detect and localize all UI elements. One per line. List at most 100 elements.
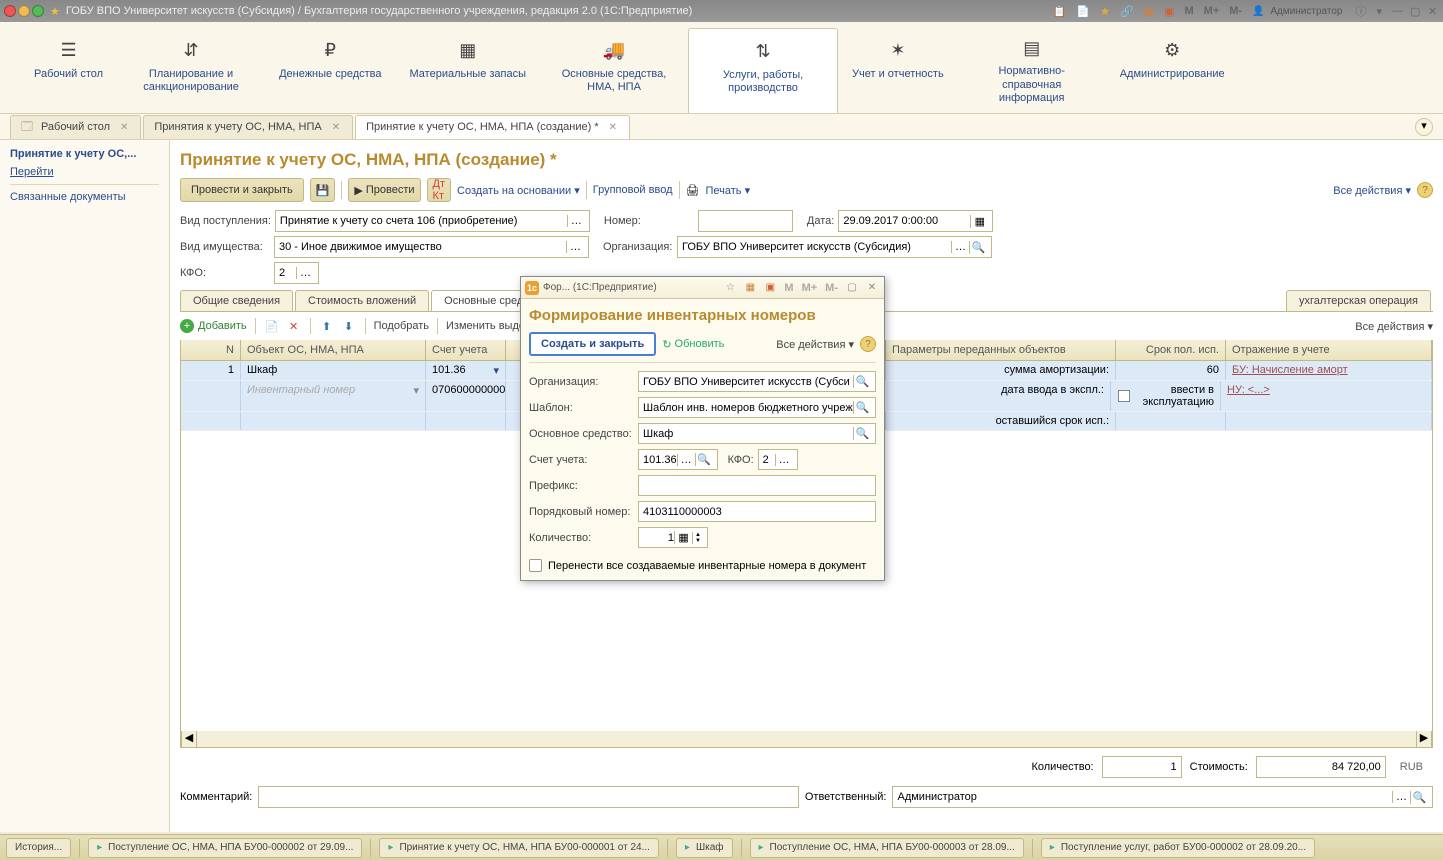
- modal-kfo-field[interactable]: 2…: [758, 449, 798, 470]
- modal-mplus[interactable]: M+: [800, 282, 820, 294]
- modal-template-field[interactable]: Шаблон инв. номеров бюджетного учреж🔍: [638, 397, 876, 418]
- in-use-checkbox[interactable]: [1118, 390, 1130, 402]
- cell-in-use[interactable]: ввести в эксплуатацию: [1111, 381, 1221, 411]
- m-btn[interactable]: M: [1181, 5, 1196, 17]
- copy-icon[interactable]: 📄: [264, 318, 280, 334]
- calc-icon[interactable]: ▦: [674, 531, 692, 544]
- itab-investment-cost[interactable]: Стоимость вложений: [295, 290, 429, 311]
- col-object[interactable]: Объект ОС, НМА, НПА: [241, 340, 426, 360]
- section-planning[interactable]: ⇵Планирование и санкционирование: [117, 28, 265, 113]
- create-and-close-button[interactable]: Создать и закрыть: [529, 332, 656, 356]
- section-money[interactable]: ₽Денежные средства: [265, 28, 395, 113]
- section-admin[interactable]: ⚙Администрирование: [1106, 28, 1239, 113]
- calculator-icon[interactable]: ▦: [1141, 5, 1157, 18]
- mminus-btn[interactable]: M-: [1226, 5, 1245, 17]
- section-services[interactable]: ⇅Услуги, работы, производство: [688, 28, 838, 113]
- kfo-field[interactable]: 2…: [274, 262, 319, 284]
- edit-selected-button[interactable]: Изменить выде: [446, 320, 525, 332]
- tab-close-icon[interactable]: ✕: [330, 122, 342, 133]
- modal-org-field[interactable]: ГОБУ ВПО Университет искусств (Субси🔍: [638, 371, 876, 392]
- help-icon[interactable]: ?: [1417, 182, 1433, 198]
- sidebar-related-docs[interactable]: Связанные документы: [10, 191, 159, 203]
- modal-help-icon[interactable]: ?: [860, 336, 876, 352]
- delete-icon[interactable]: ✕: [286, 318, 302, 334]
- print-button[interactable]: Печать ▾: [705, 184, 750, 197]
- sidebar-nav-label[interactable]: Перейти: [10, 166, 159, 178]
- taskbar-item[interactable]: ▸Поступление услуг, работ БУ00-000002 от…: [1041, 838, 1315, 858]
- spin-down-icon[interactable]: ▼: [695, 538, 701, 544]
- taskbar-item[interactable]: ▸Поступление ОС, НМА, НПА БУ00-000002 от…: [88, 838, 362, 858]
- col-period[interactable]: Срок пол. исп.: [1116, 340, 1226, 360]
- col-params[interactable]: Параметры переданных объектов: [886, 340, 1116, 360]
- info-icon[interactable]: ⓘ: [1352, 3, 1369, 19]
- number-field[interactable]: [698, 210, 793, 232]
- date-field[interactable]: 29.09.2017 0:00:00▦: [838, 210, 993, 232]
- table-all-actions[interactable]: Все действия ▾: [1355, 321, 1433, 333]
- modal-asset-field[interactable]: Шкаф🔍: [638, 423, 876, 444]
- refresh-button[interactable]: ↻Обновить: [662, 338, 724, 351]
- tool-icon[interactable]: 📋: [1050, 5, 1070, 18]
- itab-accounting-op[interactable]: ухгалтерская операция: [1286, 290, 1431, 311]
- mplus-btn[interactable]: M+: [1201, 5, 1223, 17]
- tab-close-icon[interactable]: ✕: [607, 122, 619, 133]
- section-reports[interactable]: ✶Учет и отчетность: [838, 28, 958, 113]
- all-actions-button[interactable]: Все действия ▾: [1333, 184, 1411, 197]
- modal-cal-icon[interactable]: ▣: [762, 282, 778, 293]
- modal-seq-field[interactable]: [638, 501, 876, 522]
- dtct-button[interactable]: ДтКт: [427, 178, 452, 202]
- transfer-checkbox-row[interactable]: Перенести все создаваемые инвентарные но…: [529, 553, 876, 572]
- col-n[interactable]: N: [181, 340, 241, 360]
- modal-restore-icon[interactable]: ▢: [844, 282, 860, 293]
- history-button[interactable]: История...: [6, 838, 71, 858]
- modal-calc-icon[interactable]: ▦: [742, 282, 758, 293]
- tab-receipts[interactable]: Принятия к учету ОС, НМА, НПА ✕: [143, 115, 353, 139]
- save-button[interactable]: 💾: [310, 178, 336, 202]
- group-input-button[interactable]: Групповой ввод: [593, 184, 673, 196]
- minimize-icon[interactable]: —: [1389, 5, 1403, 17]
- col-account[interactable]: Счет учета: [426, 340, 506, 360]
- property-type-field[interactable]: 30 - Иное движимое имущество…: [274, 236, 589, 258]
- transfer-checkbox[interactable]: [529, 559, 542, 572]
- section-desktop[interactable]: ☰Рабочий стол: [20, 28, 117, 113]
- modal-all-actions[interactable]: Все действия ▾: [776, 338, 854, 351]
- tab-desktop[interactable]: 🗔 Рабочий стол ✕: [10, 115, 141, 139]
- modal-prefix-field[interactable]: [638, 475, 876, 496]
- responsible-field[interactable]: Администратор…🔍: [892, 786, 1433, 808]
- modal-m[interactable]: M: [782, 282, 795, 294]
- receipt-type-field[interactable]: Принятие к учету со счета 106 (приобрете…: [275, 210, 590, 232]
- close-window[interactable]: [4, 5, 16, 17]
- taskbar-item[interactable]: ▸Поступление ОС, НМА, НПА БУ00-000003 от…: [750, 838, 1024, 858]
- modal-close-icon[interactable]: ✕: [864, 282, 880, 293]
- move-down-icon[interactable]: ⬇: [341, 318, 357, 334]
- star-icon[interactable]: ★: [1097, 5, 1113, 18]
- itab-general[interactable]: Общие сведения: [180, 290, 293, 311]
- tab-close-icon[interactable]: ✕: [118, 122, 130, 133]
- calendar-icon[interactable]: ▣: [1161, 5, 1177, 18]
- section-materials[interactable]: ▦Материальные запасы: [396, 28, 541, 113]
- col-reflection[interactable]: Отражение в учете: [1226, 340, 1432, 360]
- tool-icon[interactable]: 📄: [1073, 5, 1093, 18]
- taskbar-item[interactable]: ▸Принятие к учету ОС, НМА, НПА БУ00-0000…: [379, 838, 659, 858]
- create-based-button[interactable]: Создать на основании ▾: [457, 184, 580, 197]
- tab-current[interactable]: Принятие к учету ОС, НМА, НПА (создание)…: [355, 115, 630, 139]
- minimize-window[interactable]: [18, 5, 30, 17]
- link-icon[interactable]: 🔗: [1117, 5, 1137, 18]
- inventory-number-placeholder[interactable]: Инвентарный номер: [247, 384, 355, 396]
- tabs-menu-button[interactable]: ▾: [1415, 118, 1433, 136]
- post-button[interactable]: ▶ Провести: [348, 178, 420, 202]
- comment-field[interactable]: [258, 786, 799, 808]
- pick-button[interactable]: Подобрать: [374, 320, 429, 332]
- h-scrollbar[interactable]: ◀▶: [181, 731, 1432, 747]
- dropdown-icon[interactable]: ▾: [1373, 5, 1385, 18]
- move-up-icon[interactable]: ⬆: [319, 318, 335, 334]
- modal-account-field[interactable]: 101.36…🔍: [638, 449, 718, 470]
- org-field[interactable]: ГОБУ ВПО Университет искусств (Субсидия)…: [677, 236, 992, 258]
- taskbar-item[interactable]: ▸Шкаф: [676, 838, 733, 858]
- modal-star-icon[interactable]: ☆: [722, 282, 738, 293]
- section-fixed-assets[interactable]: 🚚Основные средства, НМА, НПА: [540, 28, 688, 113]
- modal-qty-field[interactable]: 1 ▦ ▲ ▼: [638, 527, 708, 548]
- add-row-button[interactable]: +Добавить: [180, 319, 247, 333]
- section-reference[interactable]: ▤Нормативно-справочная информация: [958, 28, 1106, 113]
- maximize-icon[interactable]: ▢: [1407, 5, 1421, 18]
- close-icon[interactable]: ✕: [1425, 5, 1439, 18]
